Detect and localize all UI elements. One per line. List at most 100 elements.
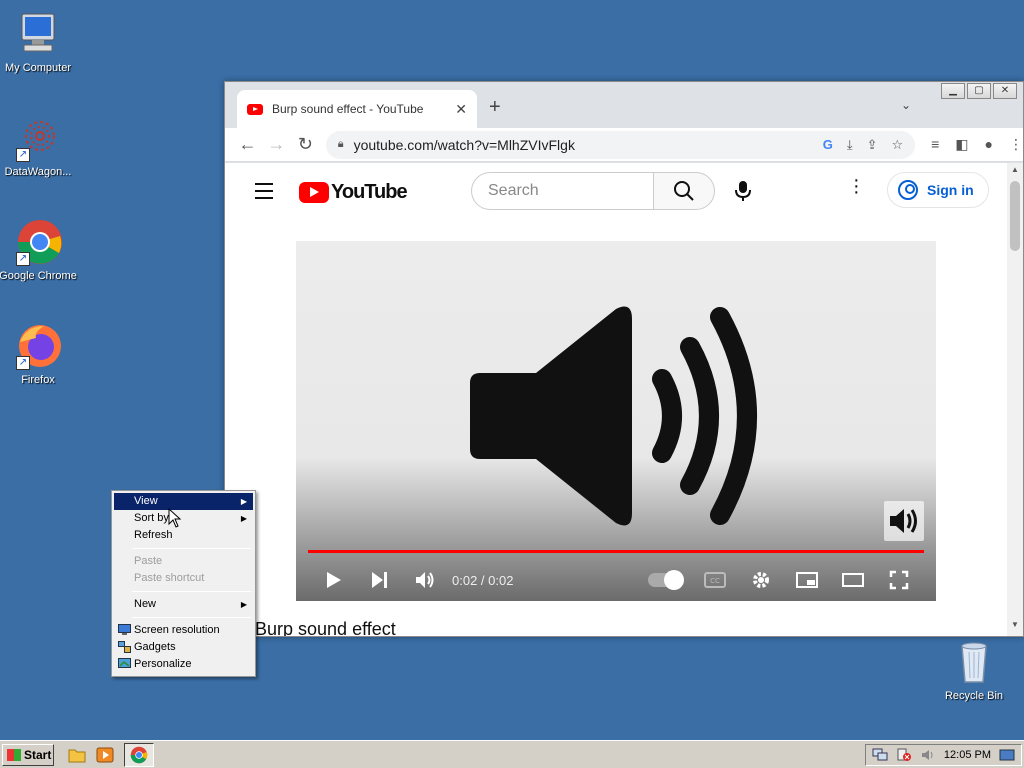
tab-search-button[interactable]: ⌄ [901, 98, 911, 112]
menu-item-paste: Paste [114, 553, 253, 570]
tab-title: Burp sound effect - YouTube [272, 102, 424, 116]
menu-item-screen-resolution[interactable]: Screen resolution [114, 622, 253, 639]
scroll-down-icon[interactable]: ▼ [1007, 620, 1023, 634]
chrome-menu-icon[interactable]: ⋮ [1009, 136, 1023, 153]
start-button[interactable]: Start [2, 743, 54, 766]
install-icon[interactable]: ⤓ [847, 137, 853, 153]
taskbar: Start 12:05 PM [0, 740, 1024, 768]
datawagon-icon: ↗ [14, 114, 62, 162]
autoplay-toggle[interactable] [648, 570, 684, 590]
video-player[interactable]: 0:02 / 0:02 CC [296, 241, 936, 601]
back-icon[interactable]: ← [233, 134, 262, 155]
menu-item-refresh[interactable]: Refresh [114, 527, 253, 544]
video-title: Burp sound effect [255, 619, 396, 636]
youtube-page: YouTube Search · · · Sign in 0:02 / 0:02… [225, 163, 1007, 636]
desktop-icon-firefox[interactable]: ↗ Firefox [0, 322, 78, 386]
menu-item-label: View [134, 495, 158, 507]
menu-item-paste-shortcut: Paste shortcut [114, 570, 253, 587]
menu-item-label: New [134, 598, 157, 610]
menu-item-personalize[interactable]: Personalize [114, 656, 253, 673]
taskbar-chrome-button[interactable] [124, 742, 154, 767]
youtube-favicon-icon [247, 103, 263, 115]
reading-list-icon[interactable]: ≡ [931, 136, 939, 153]
shortcut-arrow-icon: ↗ [16, 356, 30, 370]
shortcut-arrow-icon: ↗ [16, 148, 30, 162]
desktop-icon-label: Firefox [21, 374, 55, 386]
menu-item-label: Refresh [134, 529, 173, 541]
menu-item-view[interactable]: View ▶ [114, 493, 253, 510]
folder-icon[interactable] [68, 747, 86, 763]
forward-icon[interactable]: → [262, 134, 291, 155]
address-bar[interactable]: 🔒︎ youtube.com/watch?v=MlhZVIvFlgk G ⤓ ⇪… [325, 130, 916, 159]
clock[interactable]: 12:05 PM [944, 749, 991, 761]
side-panel-icon[interactable]: ◧ [955, 136, 968, 153]
desktop-icon-datawagon[interactable]: ↗ DataWagon... [0, 114, 78, 178]
submenu-arrow-icon: ▶ [240, 497, 247, 506]
menu-item-sort-by[interactable]: Sort by ▶ [114, 510, 253, 527]
system-tray: 12:05 PM [864, 743, 1022, 766]
desktop-icon-label: DataWagon... [4, 166, 72, 178]
menu-separator [132, 548, 251, 549]
menu-item-label: Screen resolution [134, 624, 220, 636]
tab-close-icon[interactable]: ✕ [455, 101, 467, 118]
speaker-volume-icon[interactable] [920, 748, 936, 762]
chrome-icon: ↗ [14, 218, 62, 266]
share-icon[interactable]: ⇪ [867, 137, 878, 153]
media-player-icon[interactable] [96, 747, 114, 763]
sign-in-button[interactable]: Sign in [887, 172, 989, 208]
network-icon[interactable] [872, 748, 888, 762]
speaker-icon [470, 306, 757, 526]
shortcut-arrow-icon: ↗ [16, 252, 30, 266]
desktop-context-menu: View ▶ Sort by ▶ Refresh Paste Paste sho… [111, 490, 256, 677]
show-desktop-icon[interactable] [999, 748, 1015, 762]
sign-in-label: Sign in [927, 182, 974, 198]
submenu-arrow-icon: ▶ [240, 600, 247, 609]
fullscreen-icon[interactable] [876, 565, 922, 595]
desktop-icon-recycle-bin[interactable]: Recycle Bin [934, 638, 1014, 702]
menu-item-gadgets[interactable]: Gadgets [114, 639, 253, 656]
screen-resolution-icon [118, 624, 131, 635]
profile-icon[interactable]: ● [985, 136, 993, 153]
desktop-icon-google-chrome[interactable]: ↗ Google Chrome [0, 218, 78, 282]
bookmark-star-icon[interactable]: ☆ [891, 137, 903, 153]
menu-item-label: Gadgets [134, 641, 176, 653]
desktop-icon-my-computer[interactable]: My Computer [0, 10, 78, 74]
volume-icon[interactable] [402, 565, 448, 595]
menu-item-label: Paste shortcut [134, 572, 205, 584]
youtube-logo[interactable]: YouTube [299, 181, 408, 204]
progress-bar[interactable] [308, 550, 924, 553]
play-icon[interactable] [310, 565, 356, 595]
account-icon [898, 180, 918, 200]
scrollbar-thumb[interactable] [1010, 181, 1020, 251]
microphone-icon[interactable] [733, 180, 753, 207]
search-input[interactable]: Search [471, 172, 653, 210]
google-lens-icon[interactable]: G [823, 137, 833, 153]
chrome-icon [130, 746, 148, 763]
browser-window: ▁ ▢ ✕ Burp sound effect - YouTube ✕ + ⌄ … [224, 81, 1024, 637]
next-icon[interactable] [356, 565, 402, 595]
page-scrollbar[interactable]: ▲ ▼ [1007, 163, 1023, 636]
browser-toolbar: ← → ↻ 🔒︎ youtube.com/watch?v=MlhZVIvFlgk… [225, 128, 1023, 162]
menu-separator [132, 617, 251, 618]
action-center-icon[interactable] [896, 748, 912, 762]
search-button[interactable] [653, 172, 715, 210]
windows-logo-icon [7, 748, 21, 761]
computer-icon [14, 10, 62, 58]
tab-youtube[interactable]: Burp sound effect - YouTube ✕ [237, 90, 477, 128]
url-text: youtube.com/watch?v=MlhZVIvFlgk [353, 136, 575, 153]
menu-item-new[interactable]: New ▶ [114, 596, 253, 613]
quick-launch [68, 742, 154, 767]
reload-icon[interactable]: ↻ [291, 134, 320, 155]
menu-item-label: Sort by [134, 512, 169, 524]
desktop-icon-label: Recycle Bin [944, 690, 1004, 702]
settings-more-icon[interactable]: · · · [853, 170, 860, 202]
scroll-up-icon[interactable]: ▲ [1007, 165, 1023, 179]
miniplayer-icon[interactable] [784, 565, 830, 595]
gadgets-icon [118, 641, 131, 653]
theater-mode-icon[interactable] [830, 565, 876, 595]
settings-gear-icon[interactable] [738, 565, 784, 595]
player-controls: 0:02 / 0:02 CC [296, 559, 936, 601]
new-tab-button[interactable]: + [489, 96, 501, 119]
hamburger-menu-icon[interactable] [255, 183, 273, 204]
captions-icon[interactable]: CC [692, 565, 738, 595]
